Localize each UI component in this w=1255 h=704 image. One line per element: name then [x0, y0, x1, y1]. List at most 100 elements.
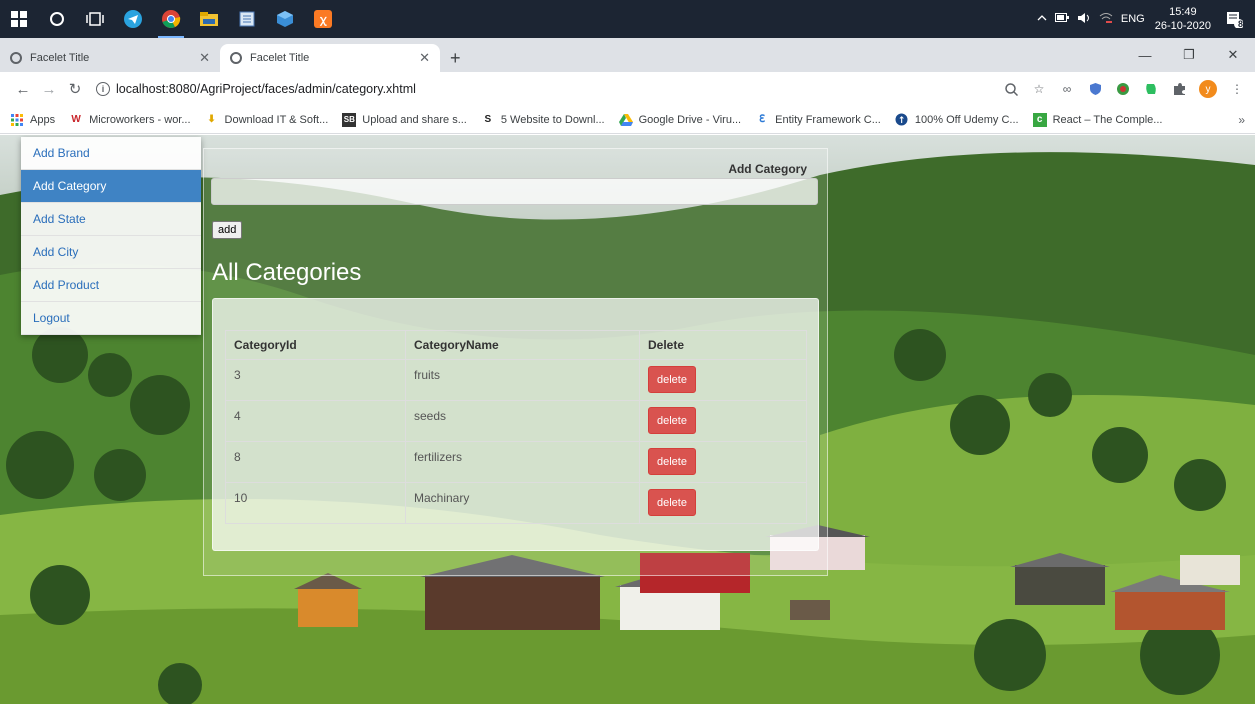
back-arrow-icon[interactable]: ←	[10, 81, 36, 98]
minimize-icon[interactable]: —	[1123, 48, 1167, 63]
all-categories-heading: All Categories	[212, 259, 362, 286]
delete-button[interactable]: delete	[648, 489, 696, 516]
header-category-id: CategoryId	[225, 330, 406, 360]
search-icon[interactable]	[38, 0, 76, 38]
xampp-icon[interactable]: ꭓ	[304, 0, 342, 38]
notification-count: 8	[1237, 19, 1243, 29]
five-icon: S	[484, 114, 492, 125]
window-close-icon[interactable]: ✕	[1211, 47, 1255, 63]
bookmark-google-drive[interactable]: Google Drive - Viru...	[618, 113, 742, 127]
tab-facelet-title-1[interactable]: Facelet Title ✕	[0, 44, 220, 72]
bookmark-react[interactable]: c React – The Comple...	[1032, 112, 1162, 127]
add-category-button[interactable]: add	[212, 221, 243, 239]
cell-category-id: 4	[225, 400, 406, 442]
menu-item-add-product[interactable]: Add Product	[21, 269, 201, 302]
virtualbox-icon[interactable]	[266, 0, 304, 38]
udemy-icon: ↑	[895, 113, 909, 127]
info-icon[interactable]: i	[96, 82, 110, 96]
menu-item-add-city[interactable]: Add City	[21, 236, 201, 269]
delete-button[interactable]: delete	[648, 448, 696, 475]
bookmark-udemy[interactable]: ↑ 100% Off Udemy C...	[895, 113, 1019, 127]
microworkers-icon: W	[71, 114, 81, 125]
tab-title: Facelet Title	[250, 52, 310, 64]
menu-item-logout[interactable]: Logout	[21, 302, 201, 335]
notepad-icon[interactable]	[228, 0, 266, 38]
category-panel: Add Category add All Categories Category…	[203, 148, 828, 576]
bookmark-upload-share[interactable]: SB Upload and share s...	[342, 112, 467, 127]
close-icon[interactable]: ✕	[419, 50, 430, 66]
svg-text:ꭓ: ꭓ	[319, 13, 327, 26]
address-bar[interactable]: i localhost:8080/AgriProject/faces/admin…	[96, 76, 1016, 102]
cell-category-id: 3	[225, 359, 406, 401]
new-tab-icon[interactable]: +	[450, 44, 461, 72]
chrome-icon[interactable]	[152, 0, 190, 38]
react-icon: c	[1032, 112, 1047, 127]
drive-icon	[618, 113, 633, 127]
table-row: 8 fertilizers delete	[225, 441, 807, 483]
delete-button[interactable]: delete	[648, 366, 696, 393]
reload-icon[interactable]: ↻	[62, 80, 88, 98]
telegram-icon[interactable]	[114, 0, 152, 38]
delete-button[interactable]: delete	[648, 407, 696, 434]
system-tray: ENG 15:49 26-10-2020 8	[1037, 0, 1255, 38]
table-row: 4 seeds delete	[225, 400, 807, 442]
action-center-icon[interactable]: 8	[1223, 8, 1245, 30]
battery-icon[interactable]	[1054, 13, 1069, 25]
extension-glasses-icon[interactable]: ∞	[1059, 81, 1075, 97]
category-name-input[interactable]	[211, 178, 818, 205]
table-header-row: CategoryId CategoryName Delete	[225, 330, 807, 360]
clock[interactable]: 15:49 26-10-2020	[1155, 5, 1211, 33]
volume-icon[interactable]	[1077, 12, 1091, 27]
menu-item-add-category[interactable]: Add Category	[21, 170, 201, 203]
cell-category-name: seeds	[405, 400, 640, 442]
bookmark-entity-framework[interactable]: ℇ Entity Framework C...	[755, 113, 881, 127]
page-background: Add Brand Add Category Add State Add Cit…	[0, 135, 1255, 704]
task-view-icon[interactable]	[76, 0, 114, 38]
extensions-area: ☆ ∞ y ⋮	[1003, 72, 1245, 106]
apps-grid-icon	[10, 113, 24, 127]
bookmark-star-icon[interactable]: ☆	[1031, 81, 1047, 97]
download-icon: ⬇	[207, 114, 216, 125]
forward-arrow-icon[interactable]: →	[36, 81, 62, 98]
windows-start-icon[interactable]	[0, 0, 38, 38]
menu-item-add-state[interactable]: Add State	[21, 203, 201, 236]
profile-avatar-icon[interactable]: y	[1199, 80, 1217, 98]
cell-category-id: 8	[225, 441, 406, 483]
extension-leaf-icon[interactable]	[1115, 81, 1131, 97]
tab-facelet-title-2[interactable]: Facelet Title ✕	[220, 44, 440, 72]
close-icon[interactable]: ✕	[199, 50, 210, 66]
shield-icon[interactable]	[1087, 81, 1103, 97]
puzzle-icon[interactable]	[1171, 81, 1187, 97]
file-explorer-icon[interactable]	[190, 0, 228, 38]
table-row: 10 Machinary delete	[225, 482, 807, 524]
categories-table: CategoryId CategoryName Delete 3 fruits …	[225, 330, 807, 524]
cell-category-name: Machinary	[405, 482, 640, 524]
globe-icon	[10, 52, 22, 64]
restore-icon[interactable]: ❐	[1167, 47, 1211, 63]
zoom-icon[interactable]	[1003, 81, 1019, 97]
language-indicator[interactable]: ENG	[1121, 13, 1145, 25]
menu-item-add-brand[interactable]: Add Brand	[21, 137, 201, 170]
bookmark-5-website[interactable]: S 5 Website to Downl...	[481, 113, 605, 127]
bookmark-label: Google Drive - Viru...	[638, 113, 742, 126]
wifi-off-icon[interactable]	[1099, 12, 1113, 27]
evernote-icon[interactable]	[1143, 81, 1159, 97]
bookmark-label: Upload and share s...	[362, 113, 467, 126]
menu-dots-icon[interactable]: ⋮	[1229, 81, 1245, 97]
svg-text:↑: ↑	[898, 116, 906, 126]
bookmark-microworkers[interactable]: W Microworkers - wor...	[69, 113, 190, 127]
windows-taskbar: ꭓ ENG 15:49 26-10-2020 8	[0, 0, 1255, 38]
globe-icon	[230, 52, 242, 64]
clock-date: 26-10-2020	[1154, 20, 1211, 32]
cell-category-id: 10	[225, 482, 406, 524]
browser-toolbar: ← → ↻ i localhost:8080/AgriProject/faces…	[0, 72, 1255, 106]
cell-delete: delete	[639, 400, 807, 442]
bookmark-label: Entity Framework C...	[775, 113, 881, 126]
bookmark-download-it[interactable]: ⬇ Download IT & Soft...	[205, 113, 328, 127]
cell-delete: delete	[639, 441, 807, 483]
more-bookmarks-icon[interactable]: »	[1238, 113, 1245, 127]
chevron-up-icon[interactable]	[1037, 13, 1047, 25]
cell-category-name: fertilizers	[405, 441, 640, 483]
header-category-name: CategoryName	[405, 330, 640, 360]
bookmark-apps[interactable]: Apps	[10, 113, 55, 127]
